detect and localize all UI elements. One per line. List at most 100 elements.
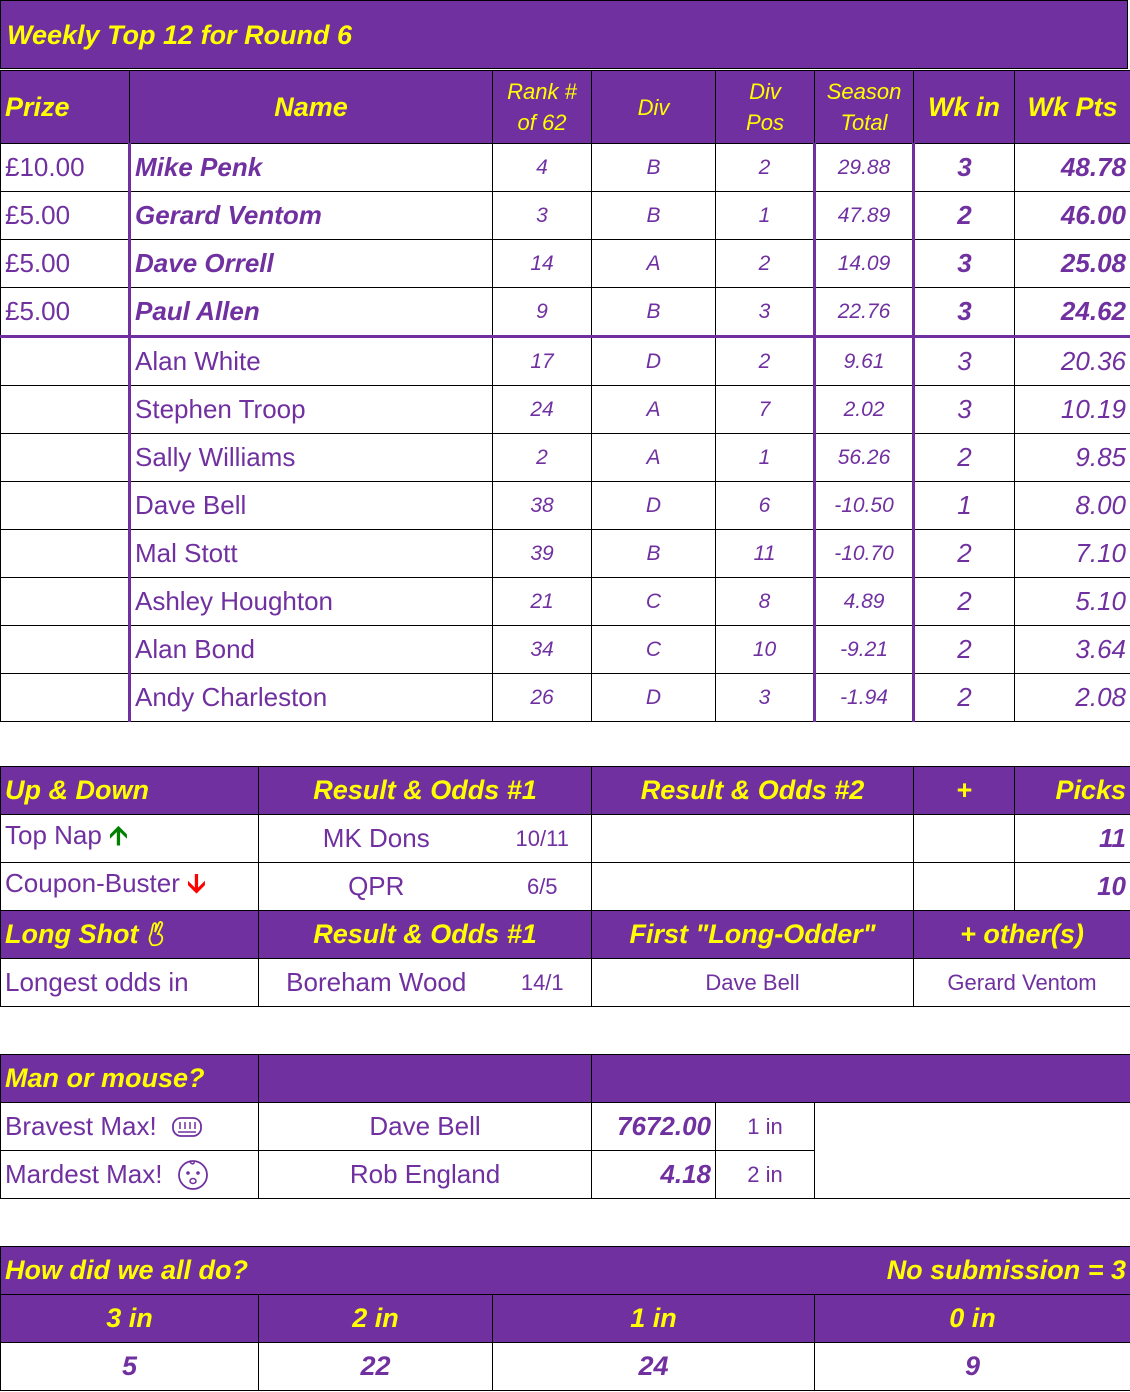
prize-cell xyxy=(0,481,130,530)
updown-header-plus: + xyxy=(913,766,1015,815)
bravest-label: Bravest Max! xyxy=(0,1102,259,1151)
wkin-cell: 3 xyxy=(912,287,1015,338)
divpos-cell: 2 xyxy=(715,239,815,288)
rank-cell: 3 xyxy=(492,191,592,240)
season-cell: -9.21 xyxy=(813,625,914,674)
name-cell: Ashley Houghton xyxy=(128,577,493,626)
wkpts-cell: 2.08 xyxy=(1014,673,1130,722)
wkpts-cell: 5.10 xyxy=(1014,577,1130,626)
summary-title: How did we all do? xyxy=(0,1246,493,1295)
rank-cell: 39 xyxy=(492,529,592,578)
div-cell: B xyxy=(591,529,716,578)
prize-cell: £5.00 xyxy=(0,239,130,288)
bravest-name: Dave Bell xyxy=(258,1102,592,1151)
name-cell: Gerard Ventom xyxy=(128,191,493,240)
div-cell: B xyxy=(591,287,716,338)
header-prize: Prize xyxy=(0,70,130,144)
mardest-value: 4.18 xyxy=(591,1150,716,1199)
wkpts-cell: 24.62 xyxy=(1014,287,1130,338)
rank-cell: 38 xyxy=(492,481,592,530)
wkpts-cell: 46.00 xyxy=(1014,191,1130,240)
header-div: Div xyxy=(591,70,716,144)
div-cell: B xyxy=(591,143,716,192)
summary-header-1in: 1 in xyxy=(492,1294,815,1343)
mardest-in: 2 in xyxy=(715,1150,815,1199)
table-row: £5.00 Paul Allen 9 B 3 22.76 3 24.62 xyxy=(0,287,1130,338)
wkin-cell: 2 xyxy=(912,529,1015,578)
divpos-cell: 2 xyxy=(715,336,815,386)
updown-header-label: Up & Down xyxy=(0,766,259,815)
wkin-cell: 2 xyxy=(912,433,1015,482)
top-nap-label: Top Nap 🡩 xyxy=(0,814,259,863)
rank-cell: 14 xyxy=(492,239,592,288)
crossed-fingers-icon xyxy=(148,921,164,947)
divpos-cell: 6 xyxy=(715,481,815,530)
prize-cell xyxy=(0,577,130,626)
table-row: Sally Williams 2 A 1 56.26 2 9.85 xyxy=(0,433,1130,482)
table-row: Alan White 17 D 2 9.61 3 20.36 xyxy=(0,336,1130,386)
wkin-cell: 3 xyxy=(912,336,1015,386)
wkin-cell: 1 xyxy=(912,481,1015,530)
season-cell: -10.50 xyxy=(813,481,914,530)
wkin-cell: 2 xyxy=(912,625,1015,674)
table-row: Mal Stott 39 B 11 -10.70 2 7.10 xyxy=(0,529,1130,578)
coupon-buster-team: QPR xyxy=(258,862,494,911)
table-row: Alan Bond 34 C 10 -9.21 2 3.64 xyxy=(0,625,1130,674)
summary-table: How did we all do? No submission = 3 3 i… xyxy=(0,1246,1130,1391)
rank-cell: 26 xyxy=(492,673,592,722)
season-cell: 14.09 xyxy=(813,239,914,288)
table-row: Andy Charleston 26 D 3 -1.94 2 2.08 xyxy=(0,673,1130,722)
longshot-label: Longest odds in xyxy=(0,958,259,1007)
table-row: Longest odds in Boreham Wood 14/1 Dave B… xyxy=(0,958,1130,1007)
wkpts-cell: 25.08 xyxy=(1014,239,1130,288)
prize-cell: £5.00 xyxy=(0,191,130,240)
summary-value-3in: 5 xyxy=(0,1342,259,1391)
wkin-cell: 2 xyxy=(912,673,1015,722)
header-wkpts: Wk Pts xyxy=(1014,70,1130,144)
divpos-cell: 1 xyxy=(715,191,815,240)
table-row: Top Nap 🡩 MK Dons 10/11 11 xyxy=(0,814,1130,863)
rank-cell: 24 xyxy=(492,385,592,434)
name-cell: Paul Allen xyxy=(128,287,493,338)
season-cell: -10.70 xyxy=(813,529,914,578)
wkin-cell: 2 xyxy=(912,191,1015,240)
updown-header-picks: Picks xyxy=(1014,766,1130,815)
table-row: £10.00 Mike Penk 4 B 2 29.88 3 48.78 xyxy=(0,143,1130,192)
header-wkin: Wk in xyxy=(913,70,1015,144)
wkin-cell: 2 xyxy=(912,577,1015,626)
divpos-cell: 3 xyxy=(715,673,815,722)
div-cell: A xyxy=(591,239,716,288)
wkpts-cell: 3.64 xyxy=(1014,625,1130,674)
div-cell: C xyxy=(591,577,716,626)
arrow-down-icon: 🡫 xyxy=(187,867,206,898)
longshot-header-r1: Result & Odds #1 xyxy=(258,910,592,959)
table-row: £5.00 Dave Orrell 14 A 2 14.09 3 25.08 xyxy=(0,239,1130,288)
rank-cell: 9 xyxy=(492,287,592,338)
season-cell: 9.61 xyxy=(813,336,914,386)
longshot-header-others: + other(s) xyxy=(913,910,1130,959)
wkin-cell: 3 xyxy=(912,239,1015,288)
wkpts-cell: 9.85 xyxy=(1014,433,1130,482)
table-row: Ashley Houghton 21 C 8 4.89 2 5.10 xyxy=(0,577,1130,626)
coupon-buster-odds: 6/5 xyxy=(493,862,592,911)
div-cell: A xyxy=(591,385,716,434)
name-cell: Dave Bell xyxy=(128,481,493,530)
longshot-team: Boreham Wood xyxy=(258,958,494,1007)
season-cell: 2.02 xyxy=(813,385,914,434)
table-row: Stephen Troop 24 A 7 2.02 3 10.19 xyxy=(0,385,1130,434)
header-rank: Rank # of 62 xyxy=(492,70,592,144)
wkpts-cell: 8.00 xyxy=(1014,481,1130,530)
table-row: Coupon-Buster 🡫 QPR 6/5 10 xyxy=(0,862,1130,911)
summary-value-2in: 22 xyxy=(258,1342,493,1391)
bravest-in: 1 in xyxy=(715,1102,815,1151)
rank-cell: 21 xyxy=(492,577,592,626)
season-cell: 22.76 xyxy=(813,287,914,338)
bravest-value: 7672.00 xyxy=(591,1102,716,1151)
prize-cell xyxy=(0,625,130,674)
prize-cell xyxy=(0,673,130,722)
divpos-cell: 8 xyxy=(715,577,815,626)
divpos-cell: 10 xyxy=(715,625,815,674)
div-cell: C xyxy=(591,625,716,674)
prize-cell xyxy=(0,433,130,482)
prize-cell xyxy=(0,529,130,578)
